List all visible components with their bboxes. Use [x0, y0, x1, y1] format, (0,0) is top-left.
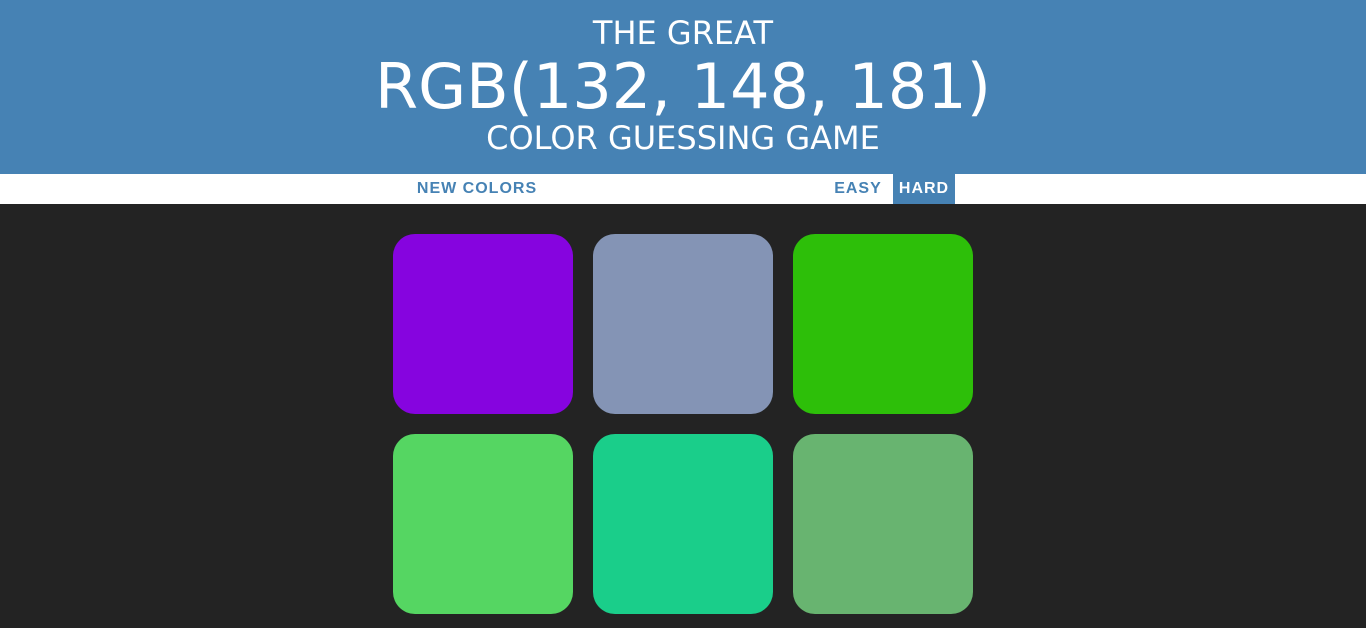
hard-mode-button[interactable]: HARD [893, 174, 955, 204]
color-square-6[interactable] [793, 434, 973, 614]
color-board [0, 204, 1366, 628]
color-square-4[interactable] [393, 434, 573, 614]
rgb-target-display: RGB(132, 148, 181) [375, 50, 991, 123]
easy-mode-button[interactable]: EASY [827, 174, 889, 204]
title-line-color-guessing-game: COLOR GUESSING GAME [486, 119, 880, 157]
control-stripe: NEW COLORS EASY HARD [0, 174, 1366, 204]
color-square-5[interactable] [593, 434, 773, 614]
color-square-1[interactable] [393, 234, 573, 414]
color-square-2[interactable] [593, 234, 773, 414]
header: THE GREAT RGB(132, 148, 181) COLOR GUESS… [0, 0, 1366, 174]
title-line-the-great: THE GREAT [592, 14, 774, 52]
color-square-3[interactable] [793, 234, 973, 414]
new-colors-button[interactable]: NEW COLORS [411, 174, 543, 204]
